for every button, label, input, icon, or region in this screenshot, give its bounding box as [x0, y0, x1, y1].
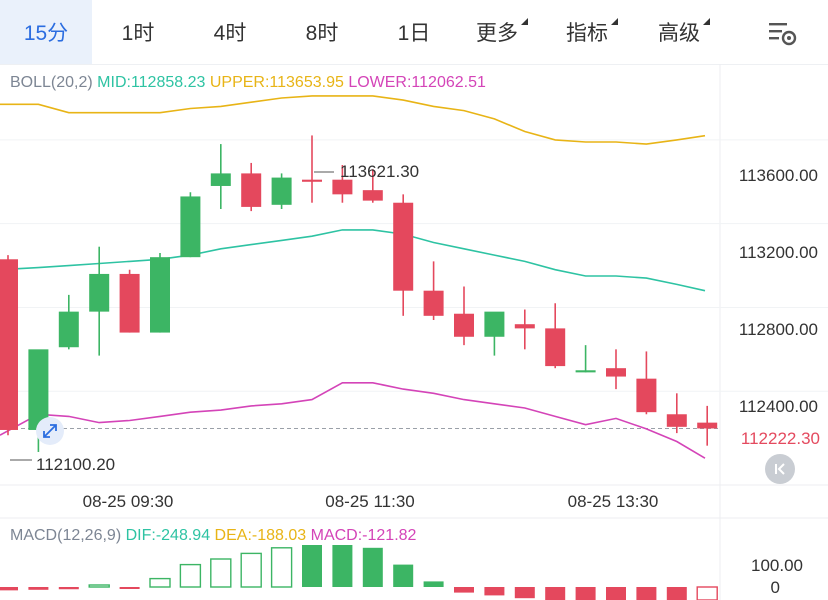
candle-body [606, 368, 626, 377]
macd-bar [666, 587, 687, 600]
macd-dif-value: DIF:-248.94 [125, 527, 211, 544]
macd-name: MACD(12,26,9) [10, 527, 122, 544]
current-price-tag: 112222.30 [728, 428, 828, 450]
boll-lower-line [0, 381, 706, 459]
macd-bar [58, 587, 79, 590]
candle-body [484, 311, 505, 337]
price-axis-label: 112800.00 [739, 320, 818, 339]
macd-bar [302, 545, 322, 587]
macd-bar [362, 547, 383, 587]
expand-arrow-icon[interactable] [36, 417, 64, 445]
macd-bar [636, 587, 657, 600]
candle-body [58, 311, 79, 348]
candle-body [362, 190, 383, 201]
candle-body [150, 257, 170, 333]
macd-bar [454, 587, 474, 593]
candle-body [393, 202, 414, 291]
macd-dea-value: DEA:-188.03 [214, 527, 307, 544]
macd-hist-value: MACD:-121.82 [310, 527, 417, 544]
macd-bar [514, 587, 535, 599]
price-axis-label: 113600.00 [739, 166, 818, 185]
macd-bar [28, 587, 49, 590]
macd-bar [149, 577, 171, 588]
price-axis-label: 113200.00 [739, 243, 818, 262]
candle-body [89, 273, 110, 312]
macd-bar [332, 545, 353, 587]
high-price-annotation: 113621.30 [340, 162, 419, 181]
macd-bar [270, 547, 293, 588]
macd-bar [119, 587, 140, 589]
macd-bar [545, 587, 566, 600]
macd-legend: MACD(12,26,9) DIF:-248.94 DEA:-188.03 MA… [10, 527, 416, 545]
candle-body [180, 196, 201, 258]
candle-body [210, 173, 231, 186]
candle-body [302, 179, 322, 182]
candle-body [271, 177, 292, 205]
candle-body [636, 378, 657, 413]
candle-body [666, 414, 687, 427]
macd-bar [179, 563, 202, 588]
macd-bar [575, 587, 596, 600]
candle-body [332, 179, 353, 195]
macd-bar [484, 587, 505, 596]
candle-body [575, 370, 596, 373]
candle-body [454, 313, 474, 337]
price-chart[interactable]: 113600.00 113200.00 112800.00 112400.00 … [0, 0, 828, 600]
time-axis-label: 08-25 13:30 [568, 492, 659, 511]
macd-bar [423, 581, 444, 587]
scroll-latest-icon [775, 463, 785, 475]
time-axis-label: 08-25 11:30 [325, 492, 414, 511]
candle-body [514, 324, 535, 329]
macd-bar [696, 586, 718, 600]
candle-body [545, 328, 566, 367]
macd-axis-label: 100.00 [751, 556, 803, 575]
macd-bar [393, 564, 414, 587]
low-price-annotation: 112100.20 [36, 455, 115, 474]
macd-bar [606, 587, 626, 600]
macd-axis-label: 0 [771, 578, 780, 597]
candle-body [0, 259, 18, 430]
candle-body [241, 173, 262, 207]
candle-body [119, 273, 140, 333]
macd-bar [210, 558, 232, 588]
price-axis-label: 112400.00 [739, 397, 818, 416]
candle-body [697, 422, 718, 429]
macd-bar [88, 584, 110, 588]
macd-bar [240, 552, 262, 588]
boll-upper-line [0, 95, 706, 145]
candle-body [423, 290, 444, 316]
time-axis-label: 08-25 09:30 [83, 492, 174, 511]
macd-bar [0, 587, 18, 591]
scroll-to-latest-button[interactable] [765, 454, 795, 484]
